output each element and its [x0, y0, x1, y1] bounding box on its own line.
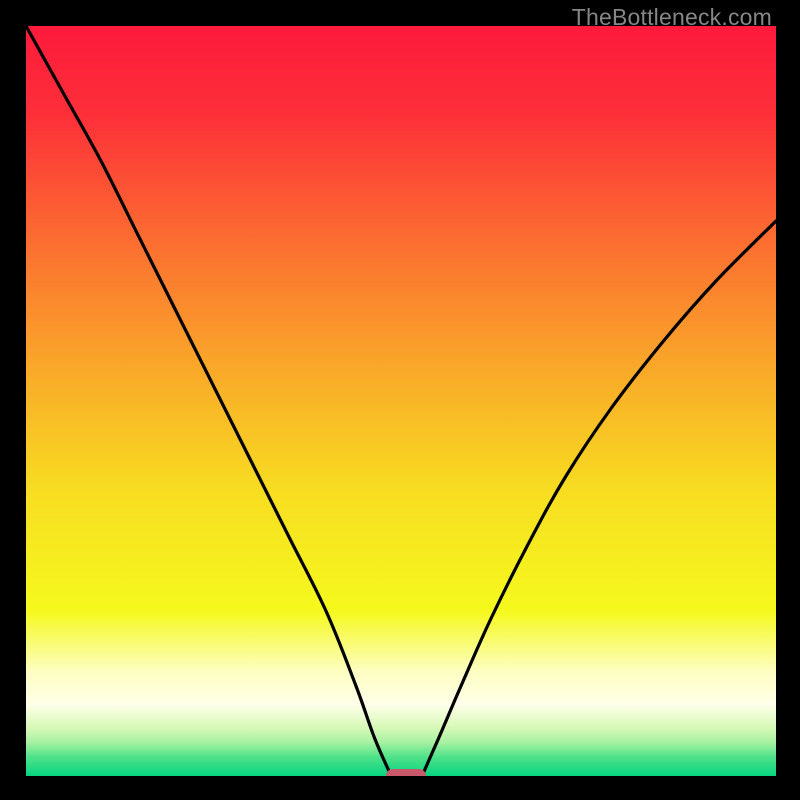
bottleneck-marker — [386, 769, 426, 776]
watermark-text: TheBottleneck.com — [572, 4, 772, 31]
plot-area — [26, 26, 776, 776]
bottleneck-curve — [26, 26, 776, 776]
